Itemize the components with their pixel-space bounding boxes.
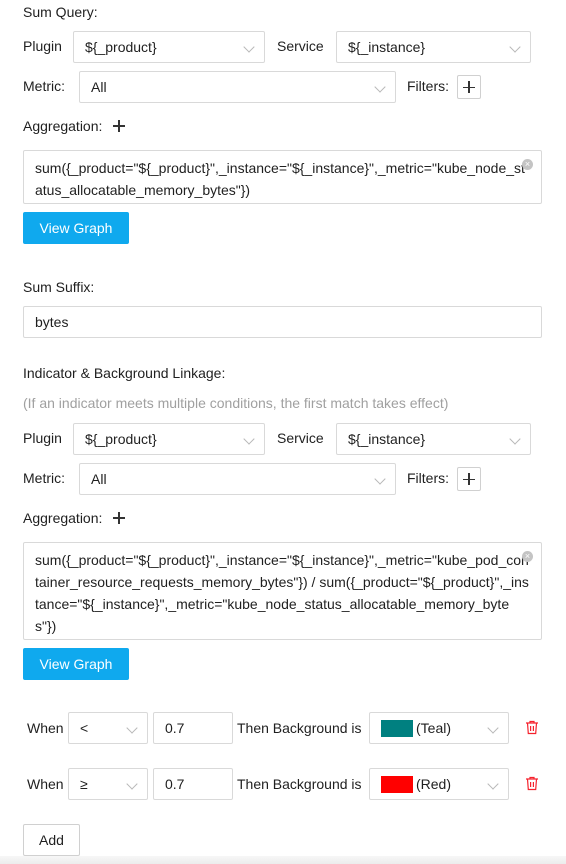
- rule-when-label: When: [27, 720, 64, 736]
- indicator-metric-select-value: All: [91, 471, 107, 487]
- indicator-add-filter-button[interactable]: [457, 467, 481, 491]
- indicator-metric-select[interactable]: All: [79, 463, 396, 495]
- rule-when-label: When: [27, 776, 64, 792]
- delete-icon[interactable]: [525, 776, 539, 791]
- chevron-down-icon: [374, 473, 386, 485]
- rule-threshold-input[interactable]: 0.7: [153, 768, 233, 800]
- chevron-down-icon: [509, 41, 521, 53]
- sum-query-title: Sum Query:: [23, 4, 98, 20]
- rule-operator-select[interactable]: <: [68, 712, 148, 744]
- rule-then-label: Then Background is: [237, 720, 362, 736]
- rule-threshold-input[interactable]: 0.7: [153, 712, 233, 744]
- indicator-plugin-select[interactable]: ${_product}: [73, 423, 265, 455]
- plugin-select-value: ${_product}: [85, 39, 157, 55]
- rule-color-select[interactable]: (Red): [369, 768, 509, 800]
- sum-query-expression[interactable]: sum({_product="${_product}",_instance="$…: [23, 150, 542, 204]
- rule-color-select[interactable]: (Teal): [369, 712, 509, 744]
- indicator-expression-text: sum({_product="${_product}",_instance="$…: [35, 552, 529, 634]
- rule-operator-value: ≥: [80, 776, 88, 792]
- chevron-down-icon: [374, 81, 386, 93]
- metric-select-value: All: [91, 79, 107, 95]
- chevron-down-icon: [126, 722, 138, 734]
- sum-suffix-label: Sum Suffix:: [23, 279, 95, 295]
- clear-icon[interactable]: ×: [522, 551, 533, 562]
- metric-select[interactable]: All: [79, 71, 396, 103]
- service-label: Service: [277, 38, 324, 54]
- indicator-title: Indicator & Background Linkage:: [23, 365, 226, 381]
- indicator-filters-label: Filters:: [407, 470, 449, 486]
- indicator-service-label: Service: [277, 430, 324, 446]
- indicator-view-graph-button[interactable]: View Graph: [23, 648, 129, 680]
- plugin-select[interactable]: ${_product}: [73, 31, 265, 63]
- metric-label: Metric:: [23, 78, 65, 94]
- clear-icon[interactable]: ×: [522, 159, 533, 170]
- rule-color-name: (Teal): [416, 720, 452, 736]
- service-select[interactable]: ${_instance}: [336, 31, 531, 63]
- indicator-plugin-select-value: ${_product}: [85, 431, 157, 447]
- color-swatch: [381, 776, 413, 793]
- aggregation-label: Aggregation:: [23, 118, 103, 134]
- indicator-service-select-value: ${_instance}: [348, 431, 426, 447]
- service-select-value: ${_instance}: [348, 39, 426, 55]
- add-filter-button[interactable]: [457, 75, 481, 99]
- add-rule-button[interactable]: Add: [23, 824, 80, 856]
- chevron-down-icon: [487, 778, 499, 790]
- indicator-hint: (If an indicator meets multiple conditio…: [23, 395, 449, 411]
- plugin-label: Plugin: [23, 38, 62, 54]
- filters-label: Filters:: [407, 78, 449, 94]
- bottom-edge: [0, 856, 566, 864]
- sum-suffix-input[interactable]: bytes: [23, 306, 542, 338]
- chevron-down-icon: [126, 778, 138, 790]
- chevron-down-icon: [487, 722, 499, 734]
- chevron-down-icon: [243, 433, 255, 445]
- add-aggregation-icon[interactable]: [112, 119, 126, 133]
- indicator-expression[interactable]: sum({_product="${_product}",_instance="$…: [23, 542, 542, 640]
- indicator-plugin-label: Plugin: [23, 430, 62, 446]
- indicator-metric-label: Metric:: [23, 470, 65, 486]
- view-graph-button[interactable]: View Graph: [23, 212, 129, 244]
- indicator-add-aggregation-icon[interactable]: [112, 511, 126, 525]
- rule-operator-select[interactable]: ≥: [68, 768, 148, 800]
- indicator-aggregation-label: Aggregation:: [23, 510, 103, 526]
- delete-icon[interactable]: [525, 720, 539, 735]
- indicator-service-select[interactable]: ${_instance}: [336, 423, 531, 455]
- rule-operator-value: <: [80, 720, 89, 736]
- sum-query-expression-text: sum({_product="${_product}",_instance="$…: [35, 160, 525, 198]
- rule-then-label: Then Background is: [237, 776, 362, 792]
- chevron-down-icon: [243, 41, 255, 53]
- color-swatch: [381, 720, 413, 737]
- rule-color-name: (Red): [416, 776, 452, 792]
- chevron-down-icon: [509, 433, 521, 445]
